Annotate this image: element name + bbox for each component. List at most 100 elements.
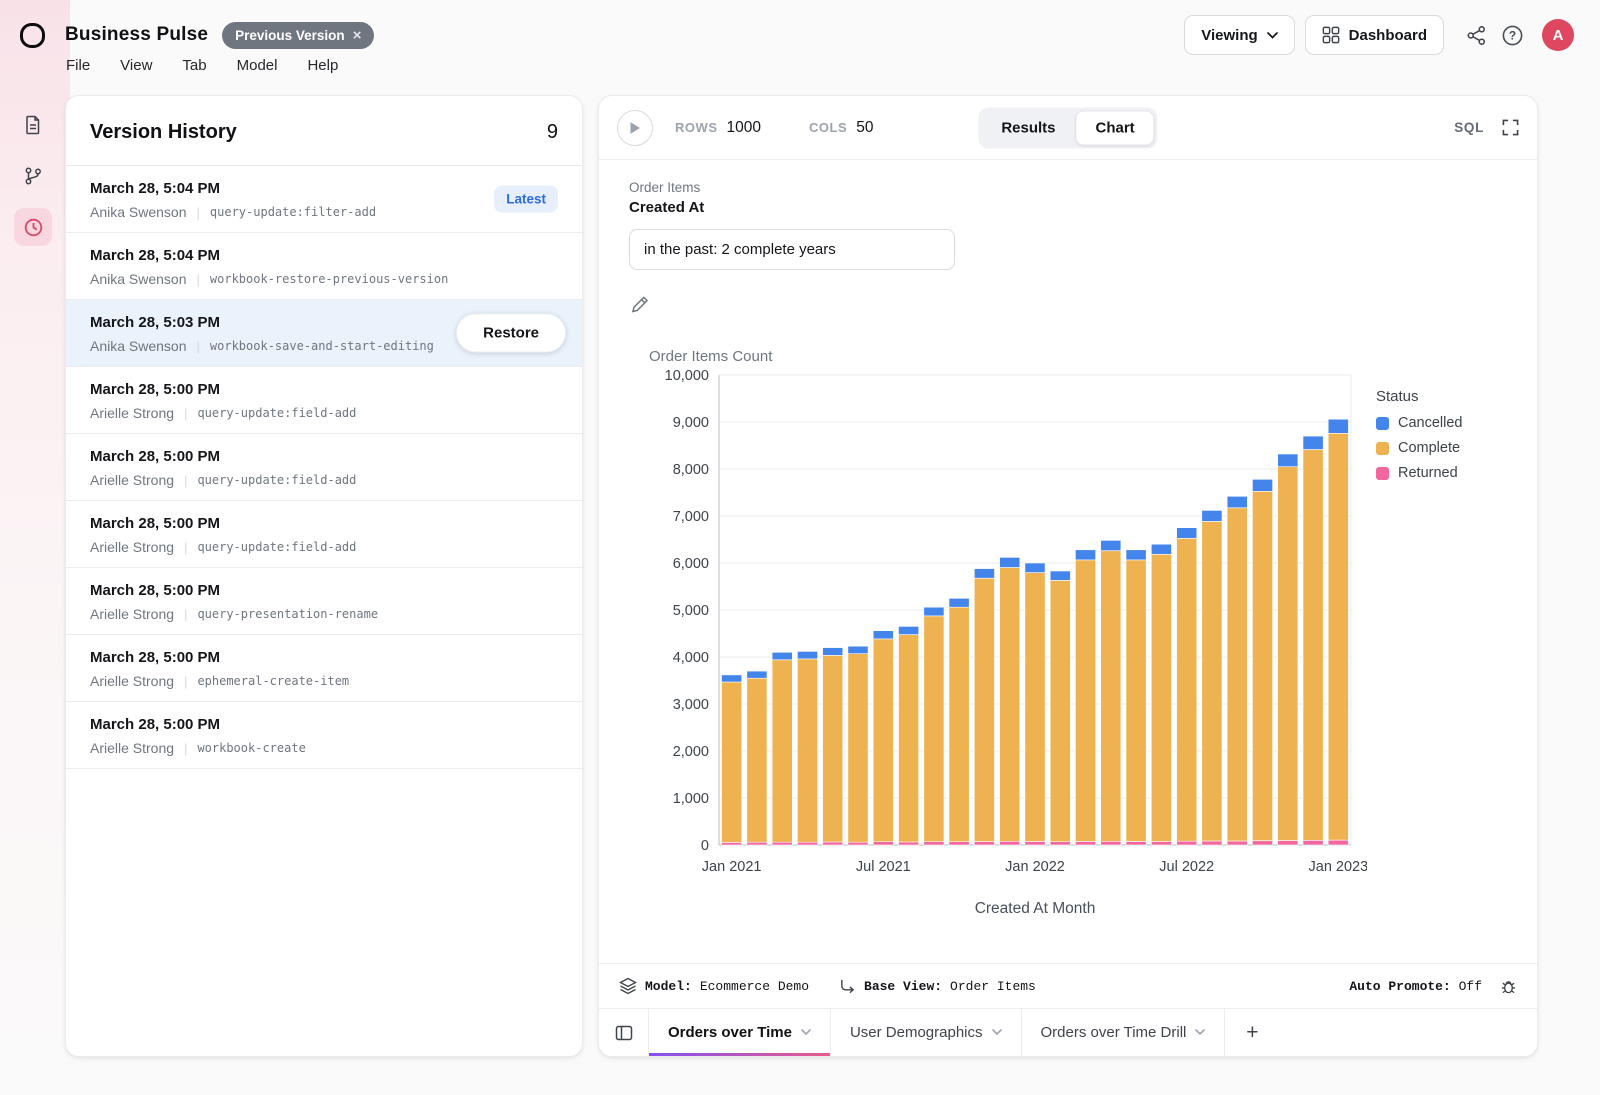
- version-action: workbook-create: [197, 741, 305, 755]
- cols-stat: COLS 50: [809, 119, 873, 137]
- results-segment[interactable]: Results: [981, 110, 1075, 145]
- rail-item-document[interactable]: [14, 106, 52, 144]
- menu-view[interactable]: View: [120, 57, 152, 74]
- restore-button[interactable]: Restore: [456, 314, 566, 353]
- version-author: Arielle Strong: [90, 673, 174, 689]
- tab-label: User Demographics: [850, 1024, 983, 1041]
- legend-title: Status: [1376, 388, 1526, 405]
- bug-icon[interactable]: [1500, 978, 1517, 995]
- viewing-dropdown[interactable]: Viewing: [1184, 15, 1294, 55]
- filter-view-name: Order Items: [629, 180, 1509, 195]
- version-time: March 28, 5:00 PM: [90, 515, 558, 532]
- tab-orders-over-time[interactable]: Orders over Time: [649, 1009, 831, 1056]
- cols-label: COLS: [809, 120, 847, 135]
- svg-text:Jul 2021: Jul 2021: [856, 859, 911, 875]
- version-meta: Arielle Strong|query-presentation-rename: [90, 606, 558, 622]
- rail-item-history[interactable]: [14, 208, 52, 246]
- version-entry[interactable]: March 28, 5:00 PMArielle Strong|query-up…: [66, 367, 582, 434]
- share-icon[interactable]: [1462, 21, 1490, 49]
- version-action: workbook-save-and-start-editing: [210, 339, 434, 353]
- version-author: Arielle Strong: [90, 539, 174, 555]
- layers-icon: [619, 977, 637, 995]
- dashboard-grid-icon: [1322, 26, 1340, 44]
- meta-divider: |: [184, 607, 187, 622]
- base-view-value: Order Items: [950, 979, 1036, 994]
- workbook-panel: ROWS 1000 COLS 50 Results Chart SQL Orde…: [598, 95, 1538, 1057]
- svg-text:2,000: 2,000: [673, 744, 709, 760]
- version-entry[interactable]: March 28, 5:00 PMArielle Strong|query-up…: [66, 501, 582, 568]
- dashboard-button[interactable]: Dashboard: [1305, 15, 1444, 55]
- version-history-title: Version History: [90, 121, 237, 144]
- version-meta: Arielle Strong | ephemeral-create-item: [90, 673, 558, 689]
- svg-text:9,000: 9,000: [673, 415, 709, 431]
- fullscreen-icon: [1502, 119, 1519, 136]
- close-icon[interactable]: ×: [353, 28, 362, 43]
- version-time: March 28, 5:00 PM: [90, 582, 558, 599]
- version-entry[interactable]: March 28, 5:00 PMArielle Strong|query-pr…: [66, 568, 582, 635]
- chevron-down-icon: [1267, 32, 1278, 39]
- legend-swatch: [1376, 467, 1389, 480]
- svg-text:0: 0: [701, 838, 709, 854]
- version-entry[interactable]: March 28, 5:04 PM Anika Swenson | query-upd…: [66, 166, 582, 233]
- menu-bar: File View Tab Model Help: [66, 57, 338, 74]
- version-history-header: Version History 9: [66, 96, 582, 166]
- help-icon[interactable]: ?: [1498, 21, 1526, 49]
- version-action: query-update:filter-add: [210, 205, 376, 219]
- version-author: Anika Swenson: [90, 204, 187, 220]
- tab-user-demographics[interactable]: User Demographics: [831, 1009, 1022, 1056]
- dashboard-label: Dashboard: [1349, 27, 1427, 44]
- version-entry[interactable]: March 28, 5:00 PMArielle Strong|workbook…: [66, 702, 582, 769]
- chevron-down-icon: [1195, 1029, 1205, 1036]
- version-time: March 28, 5:00 PM: [90, 649, 558, 666]
- meta-divider: |: [197, 272, 200, 287]
- tab-label: Orders over Time: [668, 1024, 792, 1041]
- legend-label: Cancelled: [1398, 415, 1463, 431]
- previous-version-label: Previous Version: [235, 28, 345, 43]
- app-root: Business Pulse Previous Version × Viewin…: [0, 0, 1600, 1095]
- filter-value-input[interactable]: [629, 229, 955, 270]
- sql-button[interactable]: SQL: [1454, 120, 1484, 135]
- version-entry[interactable]: March 28, 5:04 PMAnika Swenson|workbook-…: [66, 233, 582, 300]
- version-action: workbook-restore-previous-version: [210, 272, 448, 286]
- flow-arrow-icon: [839, 978, 856, 995]
- menu-model[interactable]: Model: [237, 57, 278, 74]
- panel-toggle-button[interactable]: [599, 1009, 649, 1056]
- filter-block: Order Items Created At: [599, 160, 1537, 319]
- play-icon: [629, 121, 641, 135]
- rail-item-branch[interactable]: [14, 157, 52, 195]
- tab-list: Orders over Time User Demographics Orders …: [649, 1009, 1225, 1056]
- model-value: Ecommerce Demo: [700, 979, 809, 994]
- rows-value: 1000: [727, 119, 761, 137]
- legend-item-complete: Complete: [1376, 440, 1526, 456]
- version-time: March 28, 5:04 PM: [90, 180, 558, 197]
- avatar[interactable]: A: [1542, 19, 1574, 51]
- tab-orders-over-time-drill[interactable]: Orders over Time Drill: [1022, 1009, 1226, 1056]
- menu-file[interactable]: File: [66, 57, 90, 74]
- statusbar-right: Auto Promote: Off: [1349, 978, 1517, 995]
- version-author: Anika Swenson: [90, 338, 187, 354]
- svg-text:Jan 2022: Jan 2022: [1005, 859, 1065, 875]
- results-chart-toggle: Results Chart: [978, 107, 1157, 148]
- orders-over-time-chart: Order Items Count01,0002,0003,0004,0005,…: [647, 341, 1367, 941]
- chevron-down-icon: [992, 1029, 1002, 1036]
- version-author: Arielle Strong: [90, 606, 174, 622]
- version-time: March 28, 5:00 PM: [90, 716, 558, 733]
- version-action: ephemeral-create-item: [197, 674, 349, 688]
- edit-filter-button[interactable]: [631, 295, 657, 319]
- version-count: 9: [547, 121, 558, 144]
- legend-item-cancelled: Cancelled: [1376, 415, 1526, 431]
- query-toolbar: ROWS 1000 COLS 50 Results Chart SQL: [599, 96, 1537, 160]
- chart-segment[interactable]: Chart: [1076, 110, 1155, 145]
- run-query-button[interactable]: [617, 110, 653, 146]
- menu-help[interactable]: Help: [307, 57, 338, 74]
- meta-divider: |: [197, 205, 200, 220]
- version-entry[interactable]: March 28, 5:03 PMAnika Swenson|workbook-…: [66, 300, 582, 367]
- svg-text:Created At Month: Created At Month: [975, 900, 1096, 917]
- menu-tab[interactable]: Tab: [182, 57, 206, 74]
- fullscreen-button[interactable]: [1502, 119, 1519, 136]
- meta-divider: |: [184, 674, 187, 689]
- version-entry[interactable]: March 28, 5:00 PM Arielle Strong | ephemera…: [66, 635, 582, 702]
- filter-field-name: Created At: [629, 199, 1509, 216]
- version-entry[interactable]: March 28, 5:00 PMArielle Strong|query-up…: [66, 434, 582, 501]
- add-tab-button[interactable]: +: [1225, 1009, 1279, 1056]
